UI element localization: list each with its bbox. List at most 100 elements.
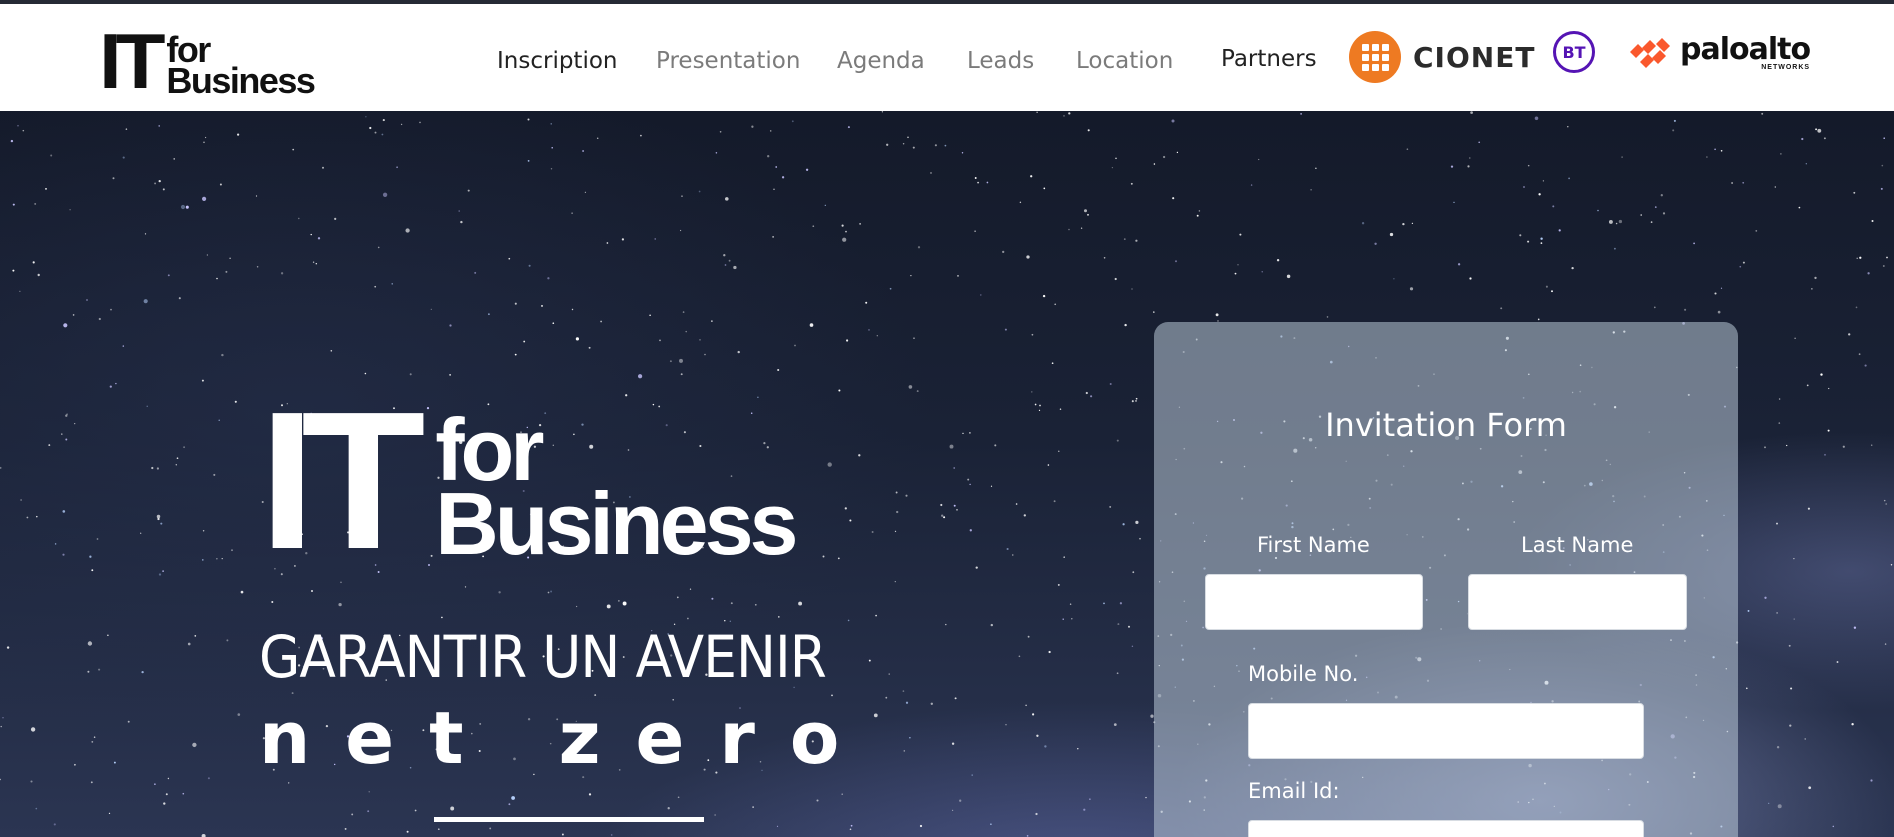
star	[1171, 119, 1175, 123]
star	[859, 223, 861, 225]
star	[1798, 206, 1801, 209]
star	[298, 217, 300, 220]
star	[1034, 403, 1037, 406]
star	[1025, 704, 1027, 707]
star	[0, 725, 2, 728]
star	[724, 620, 726, 622]
it-for-business-logo[interactable]: IT for Business	[99, 22, 316, 100]
star	[1406, 148, 1409, 151]
nav-presentation[interactable]: Presentation	[656, 48, 800, 74]
star	[1870, 444, 1873, 446]
star	[1804, 738, 1806, 740]
star	[1654, 206, 1657, 208]
star	[685, 330, 687, 333]
star	[1080, 227, 1083, 229]
star	[1777, 804, 1782, 809]
star	[618, 600, 620, 602]
star	[1054, 303, 1057, 306]
star	[237, 713, 241, 716]
star	[912, 146, 915, 149]
star	[895, 491, 898, 494]
bt-logo[interactable]: BT	[1553, 31, 1595, 73]
nav-agenda[interactable]: Agenda	[837, 48, 925, 74]
star	[192, 742, 197, 748]
last-name-input[interactable]	[1468, 574, 1687, 630]
star	[1153, 163, 1156, 165]
star	[351, 813, 354, 816]
star	[160, 522, 163, 525]
star	[437, 828, 440, 831]
star	[1568, 177, 1570, 180]
star	[1882, 265, 1885, 267]
star	[167, 777, 170, 780]
nav-partners[interactable]: Partners	[1221, 46, 1317, 72]
star	[1310, 189, 1312, 191]
mobile-input[interactable]	[1248, 703, 1644, 759]
star	[17, 124, 19, 127]
star	[1621, 156, 1623, 158]
star	[203, 141, 205, 144]
star	[777, 616, 780, 618]
star	[45, 188, 47, 190]
star	[930, 172, 932, 174]
star	[428, 564, 430, 566]
hero-logo-for-business-stack: for Business	[435, 401, 798, 568]
star	[514, 353, 517, 356]
star	[449, 324, 452, 327]
star	[176, 457, 179, 460]
star	[229, 257, 231, 260]
star	[6, 646, 10, 649]
star	[256, 266, 259, 268]
star	[714, 814, 716, 816]
nav-leads[interactable]: Leads	[967, 48, 1034, 74]
star	[48, 444, 51, 447]
cionet-logo[interactable]: CIONET	[1349, 29, 1535, 85]
star	[812, 225, 815, 228]
star	[237, 133, 240, 136]
star	[1077, 747, 1079, 750]
star	[1132, 571, 1135, 574]
star	[571, 308, 574, 311]
star	[1130, 182, 1133, 185]
star	[1113, 723, 1117, 726]
navbar: IT for Business Inscription Presentation…	[0, 4, 1894, 111]
star	[194, 635, 197, 637]
star	[1002, 250, 1005, 254]
star	[1069, 603, 1072, 605]
star	[167, 274, 170, 277]
star	[1114, 277, 1117, 281]
star	[216, 558, 218, 560]
star	[885, 696, 888, 699]
star	[841, 224, 844, 227]
star	[1684, 308, 1687, 311]
star	[1111, 166, 1114, 169]
star	[19, 290, 21, 292]
nav-location[interactable]: Location	[1076, 48, 1173, 74]
star	[90, 781, 93, 784]
star	[206, 254, 209, 256]
star	[1519, 234, 1522, 237]
star	[757, 396, 759, 399]
email-input[interactable]	[1248, 820, 1644, 837]
star	[681, 195, 683, 197]
star	[1035, 812, 1038, 816]
star	[291, 692, 294, 695]
star	[916, 390, 919, 393]
star	[93, 736, 96, 738]
first-name-input[interactable]	[1205, 574, 1423, 630]
star	[1778, 398, 1781, 400]
star	[725, 197, 729, 201]
star	[86, 299, 88, 301]
star	[1083, 209, 1088, 213]
star	[1012, 554, 1014, 556]
star	[1817, 128, 1822, 133]
star	[2, 717, 4, 719]
star	[610, 834, 613, 836]
nav-inscription[interactable]: Inscription	[497, 48, 618, 74]
paloalto-logo[interactable]: paloalto NETWORKS	[1630, 32, 1811, 74]
star	[1653, 306, 1656, 309]
star	[26, 516, 29, 519]
star	[1672, 129, 1675, 132]
star	[980, 294, 982, 296]
star	[951, 742, 955, 745]
